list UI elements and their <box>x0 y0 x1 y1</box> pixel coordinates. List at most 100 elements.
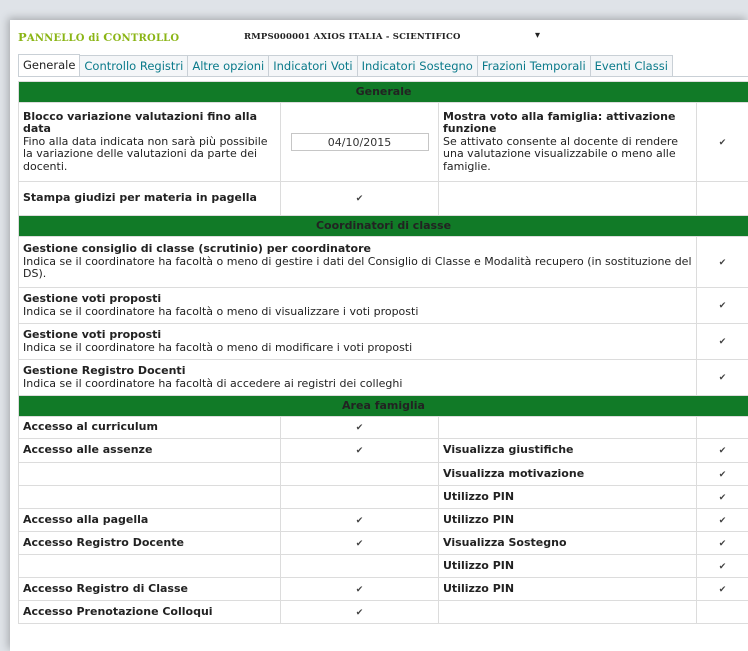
famiglia-left-checkbox-cell: ✔ <box>280 577 439 601</box>
famiglia-right-label: Utilizzo PIN <box>438 485 697 509</box>
famiglia-right-checkbox-cell: ✔ <box>695 462 748 486</box>
famiglia-left-checkbox-cell: ✔ <box>280 508 439 532</box>
empty-cell <box>280 462 439 486</box>
famiglia-right-checkbox[interactable]: ✔ <box>719 562 727 572</box>
chevron-down-icon[interactable]: ▾ <box>535 30 540 41</box>
famiglia-left-checkbox[interactable]: ✔ <box>356 539 364 549</box>
empty-cell <box>18 554 281 578</box>
empty-cell <box>18 462 281 486</box>
coord-title: Gestione Registro Docenti <box>23 364 186 377</box>
coord-row: Gestione voti proposti Indica se il coor… <box>18 287 697 324</box>
empty-cell <box>695 600 748 624</box>
tab-indicatori-sostegno[interactable]: Indicatori Sostegno <box>356 55 478 76</box>
app-title-c: C <box>103 30 113 44</box>
mostra-title: Mostra voto alla famiglia: attivazione f… <box>443 109 676 136</box>
famiglia-right-checkbox-cell: ✔ <box>695 531 748 555</box>
famiglia-left-checkbox[interactable]: ✔ <box>356 608 364 618</box>
top-bar: PANNELLO di CONTROLLO RMPS000001 AXIOS I… <box>10 20 748 54</box>
famiglia-left-label: Accesso alle assenze <box>18 438 281 463</box>
famiglia-right-checkbox[interactable]: ✔ <box>719 470 727 480</box>
famiglia-right-label: Utilizzo PIN <box>438 577 697 601</box>
tab-eventi-classi[interactable]: Eventi Classi <box>589 55 673 76</box>
empty-cell <box>280 485 439 509</box>
coord-desc: Indica se il coordinatore ha facoltà o m… <box>23 304 419 318</box>
coord-checkbox[interactable]: ✔ <box>719 301 727 311</box>
app-title-ontrollo: ONTROLLO <box>112 33 180 44</box>
coord-checkbox[interactable]: ✔ <box>719 337 727 347</box>
coord-checkbox[interactable]: ✔ <box>719 373 727 383</box>
tabs-divider <box>18 76 748 77</box>
famiglia-left-checkbox-cell: ✔ <box>280 600 439 624</box>
mostra-checkbox-cell: ✔ <box>695 102 748 182</box>
empty-cell <box>438 600 697 624</box>
famiglia-right-checkbox[interactable]: ✔ <box>719 539 727 549</box>
mostra-desc: Se attivato consente al docente di rende… <box>443 134 678 173</box>
coord-title: Gestione consiglio di classe (scrutinio)… <box>23 242 371 256</box>
tab-generale[interactable]: Generale <box>18 54 81 76</box>
famiglia-left-checkbox-cell: ✔ <box>280 416 439 439</box>
famiglia-left-checkbox-cell: ✔ <box>280 438 439 463</box>
coord-desc: Indica se il coordinatore ha facoltà o m… <box>23 340 413 354</box>
famiglia-right-checkbox-cell: ✔ <box>695 554 748 578</box>
famiglia-right-checkbox-cell: ✔ <box>695 438 748 463</box>
coord-desc: Indica se il coordinatore ha facoltà o m… <box>23 254 692 281</box>
coord-checkbox[interactable]: ✔ <box>719 258 727 268</box>
tab-frazioni-temporali[interactable]: Frazioni Temporali <box>476 55 591 76</box>
stampa-checkbox[interactable]: ✔ <box>356 194 364 204</box>
school-select[interactable]: RMPS000001 AXIOS ITALIA - SCIENTIFICO <box>244 32 461 42</box>
famiglia-left-checkbox-cell: ✔ <box>280 531 439 555</box>
tab-bar: Generale Controllo Registri Altre opzioni I… <box>18 54 673 76</box>
famiglia-right-checkbox-cell: ✔ <box>695 485 748 509</box>
mostra-checkbox[interactable]: ✔ <box>719 138 727 148</box>
famiglia-right-checkbox[interactable]: ✔ <box>719 493 727 503</box>
empty-cell <box>695 181 748 216</box>
famiglia-right-label: Visualizza Sostegno <box>438 531 697 555</box>
tab-altre-opzioni[interactable]: Altre opzioni <box>187 55 270 76</box>
famiglia-left-checkbox[interactable]: ✔ <box>356 516 364 526</box>
stampa-checkbox-cell: ✔ <box>280 181 439 216</box>
coord-checkbox-cell: ✔ <box>695 323 748 360</box>
app-title: PANNELLO di CONTROLLO <box>18 30 179 44</box>
coord-checkbox-cell: ✔ <box>695 359 748 396</box>
famiglia-left-label: Accesso Registro Docente <box>18 531 281 555</box>
famiglia-right-checkbox-cell: ✔ <box>695 508 748 532</box>
app-title-p: P <box>18 30 27 44</box>
coord-row: Gestione consiglio di classe (scrutinio)… <box>18 236 697 288</box>
empty-cell <box>280 554 439 578</box>
famiglia-left-checkbox[interactable]: ✔ <box>356 585 364 595</box>
blocco-date-input[interactable] <box>290 133 429 151</box>
settings-table: Generale Blocco variazione valutazioni f… <box>17 81 748 624</box>
coord-title: Gestione voti proposti <box>23 292 162 305</box>
stampa-cell: Stampa giudizi per materia in pagella <box>18 181 281 216</box>
empty-cell <box>438 416 697 439</box>
famiglia-right-label: Utilizzo PIN <box>438 508 697 532</box>
famiglia-left-label: Accesso alla pagella <box>18 508 281 532</box>
tab-indicatori-voti[interactable]: Indicatori Voti <box>268 55 358 76</box>
empty-cell <box>438 181 697 216</box>
tab-controllo-registri[interactable]: Controllo Registri <box>79 55 189 76</box>
coord-title: Gestione voti proposti <box>23 328 162 341</box>
famiglia-left-label: Accesso al curriculum <box>18 416 281 439</box>
coord-row: Gestione voti proposti Indica se il coor… <box>18 323 697 360</box>
empty-cell <box>18 485 281 509</box>
famiglia-right-label: Visualizza giustifiche <box>438 438 697 463</box>
coord-row: Gestione Registro Docenti Indica se il c… <box>18 359 697 396</box>
blocco-title: Blocco variazione valutazioni fino alla … <box>23 109 257 136</box>
blocco-date-cell <box>280 102 439 182</box>
blocco-cell: Blocco variazione valutazioni fino alla … <box>18 102 281 182</box>
famiglia-right-label: Visualizza motivazione <box>438 462 697 486</box>
blocco-desc: Fino alla data indicata non sarà più pos… <box>23 134 268 173</box>
section-header-coordinatori: Coordinatori di classe <box>17 215 748 237</box>
famiglia-right-checkbox[interactable]: ✔ <box>719 446 727 456</box>
famiglia-right-checkbox[interactable]: ✔ <box>719 516 727 526</box>
empty-cell <box>695 416 748 439</box>
app-title-anello: ANNELLO <box>26 33 85 44</box>
famiglia-left-checkbox[interactable]: ✔ <box>356 446 364 456</box>
section-header-generale: Generale <box>17 81 748 103</box>
famiglia-left-label: Accesso Prenotazione Colloqui <box>18 600 281 624</box>
famiglia-right-checkbox[interactable]: ✔ <box>719 585 727 595</box>
section-header-famiglia: Area famiglia <box>17 395 748 417</box>
app-title-di: di <box>84 33 104 44</box>
famiglia-left-checkbox[interactable]: ✔ <box>356 423 364 433</box>
control-panel: PANNELLO di CONTROLLO RMPS000001 AXIOS I… <box>10 20 748 651</box>
